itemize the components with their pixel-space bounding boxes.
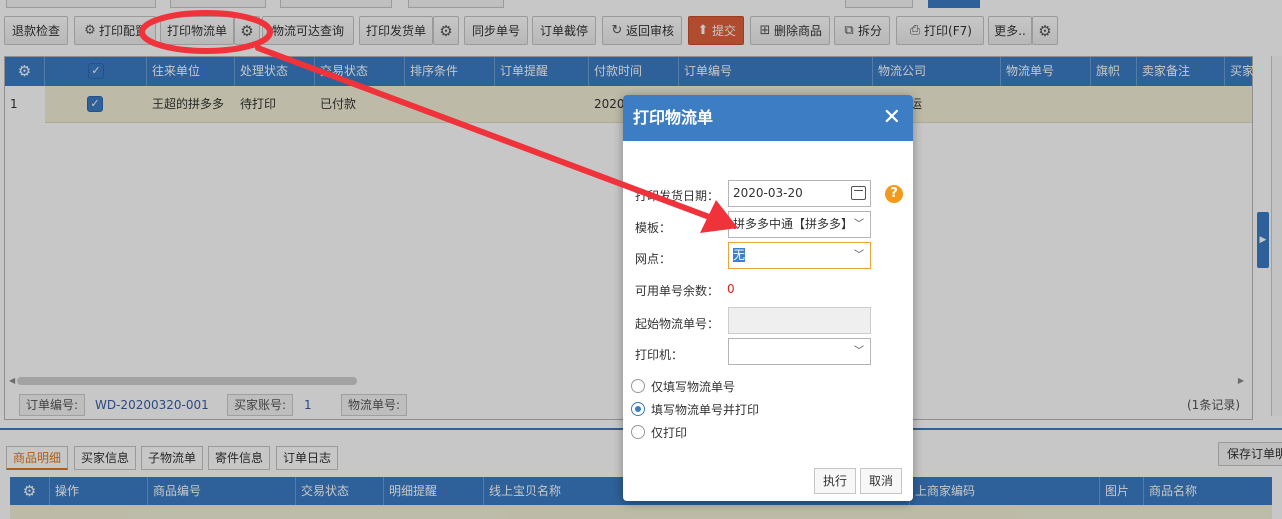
radio-fill-only-label[interactable]: 仅填写物流单号 (651, 378, 735, 395)
calendar-icon[interactable] (851, 186, 866, 200)
radio-fill-and-print-label[interactable]: 填写物流单号并打印 (651, 401, 759, 418)
outlet-select[interactable]: 无 ﹀ (728, 242, 871, 269)
print-waybill-dialog: 打印物流单 ✕ 打印发货日期： 2020-03-20 ? 模板： 拼多多中通【拼… (623, 95, 913, 501)
execute-button[interactable]: 执行 (814, 468, 857, 494)
template-select[interactable]: 拼多多中通【拼多多】 ﹀ (728, 211, 871, 238)
cancel-button[interactable]: 取消 (860, 468, 903, 494)
outlet-label: 网点： (635, 252, 672, 266)
radio-print-only[interactable] (631, 425, 645, 439)
radio-fill-only[interactable] (631, 379, 645, 393)
close-icon[interactable]: ✕ (883, 95, 901, 141)
start-number-label: 起始物流单号： (635, 317, 720, 331)
ship-date-label: 打印发货日期： (635, 189, 720, 203)
radio-print-only-label[interactable]: 仅打印 (651, 424, 687, 441)
template-label: 模板： (635, 221, 672, 235)
ship-date-field[interactable]: 2020-03-20 (728, 180, 871, 207)
chevron-down-icon: ﹀ (854, 346, 864, 357)
available-count-value: 0 (727, 282, 735, 296)
radio-fill-and-print[interactable] (631, 402, 645, 416)
printer-select[interactable]: ﹀ (728, 338, 871, 365)
chevron-down-icon: ﹀ (854, 219, 864, 230)
help-icon[interactable]: ? (885, 185, 903, 203)
dialog-title: 打印物流单 (633, 108, 714, 127)
start-number-input[interactable] (728, 307, 871, 334)
available-count-label: 可用单号余数： (635, 284, 720, 298)
chevron-down-icon: ﹀ (854, 250, 864, 261)
printer-label: 打印机： (635, 348, 684, 362)
dialog-header: 打印物流单 ✕ (623, 95, 913, 141)
